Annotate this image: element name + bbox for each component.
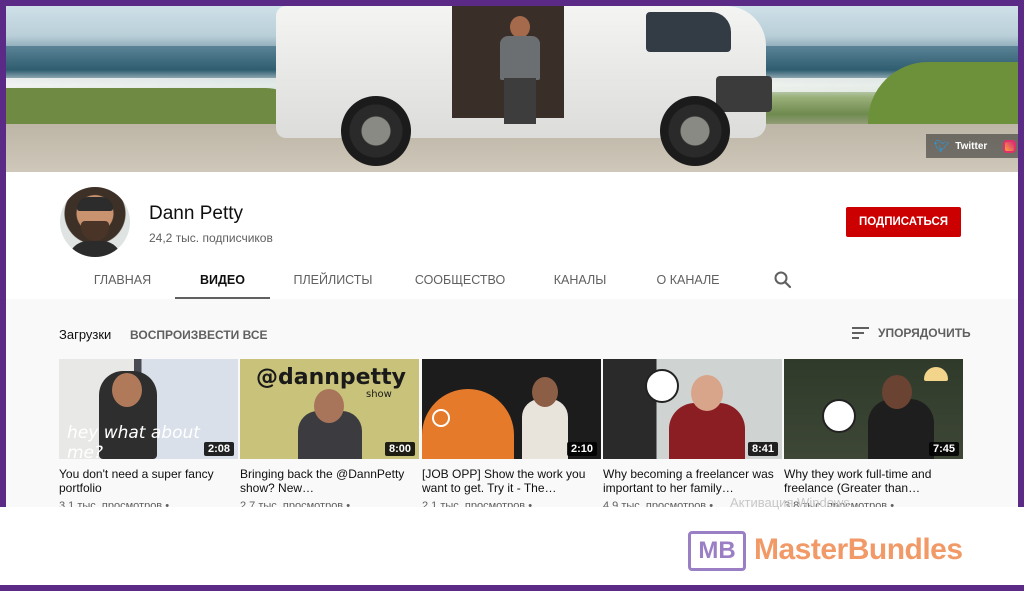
- avatar-beard: [81, 221, 109, 241]
- twitter-link[interactable]: Twitter: [955, 141, 987, 152]
- video-card[interactable]: @dannpetty show 8:00 Bringing back the @…: [240, 359, 419, 510]
- channel-banner: 🐦︎ Twitter: [6, 6, 1018, 172]
- video-duration: 2:10: [566, 442, 597, 456]
- tab-playlists[interactable]: ПЛЕЙЛИСТЫ: [270, 260, 396, 299]
- video-thumbnail[interactable]: 2:10: [422, 359, 601, 459]
- tab-videos[interactable]: ВИДЕО: [175, 260, 270, 299]
- thumb-lamp: [924, 367, 948, 381]
- video-duration: 8:00: [384, 442, 415, 456]
- thumb-face: [882, 375, 912, 409]
- video-title[interactable]: Why becoming a freelancer was important …: [603, 467, 782, 495]
- tab-channels[interactable]: КАНАЛЫ: [524, 260, 636, 299]
- van-wheel-rear: [341, 96, 411, 166]
- channel-name: Dann Petty: [149, 203, 243, 224]
- thumb-face: [314, 389, 344, 423]
- video-thumbnail[interactable]: @dannpetty show 8:00: [240, 359, 419, 459]
- video-duration: 8:41: [747, 442, 778, 456]
- avatar-shirt: [68, 241, 122, 257]
- thumb-person: [522, 399, 568, 459]
- subscribe-button[interactable]: ПОДПИСАТЬСЯ: [846, 207, 961, 237]
- sort-label: УПОРЯДОЧИТЬ: [878, 326, 971, 340]
- tab-home[interactable]: ГЛАВНАЯ: [70, 260, 175, 299]
- thumb-face: [112, 373, 142, 407]
- person-head: [510, 16, 530, 38]
- twitter-icon[interactable]: 🐦︎: [934, 139, 949, 153]
- subscriber-count: 24,2 тыс. подписчиков: [149, 231, 273, 245]
- banner-grass-left: [6, 88, 306, 128]
- tab-community[interactable]: СООБЩЕСТВО: [396, 260, 524, 299]
- instagram-icon[interactable]: [1003, 139, 1017, 153]
- video-title[interactable]: Bringing back the @DannPetty show? New…: [240, 467, 419, 495]
- video-thumbnail[interactable]: hey what about me? 2:08: [59, 359, 238, 459]
- video-thumbnail[interactable]: 8:41: [603, 359, 782, 459]
- van-wheel-front: [660, 96, 730, 166]
- thumb-circle-mark: [432, 409, 450, 427]
- masterbundles-watermark: MB MasterBundles: [0, 507, 1024, 585]
- thumb-face: [691, 375, 723, 411]
- van-bumper: [716, 76, 772, 112]
- person-body: [500, 36, 540, 80]
- channel-header: Dann Petty 24,2 тыс. подписчиков ПОДПИСА…: [6, 172, 1018, 299]
- banner-social-links: 🐦︎ Twitter: [926, 134, 1018, 158]
- thumb-overlay-text: @dannpetty: [256, 365, 406, 390]
- play-all-button[interactable]: ВОСПРОИЗВЕСТИ ВСЕ: [130, 328, 268, 342]
- video-duration: 2:08: [203, 442, 234, 456]
- youtube-channel-page: 🐦︎ Twitter Dann Petty 24,2 тыс. подписчи…: [6, 6, 1018, 585]
- tab-about[interactable]: О КАНАЛЕ: [636, 260, 740, 299]
- masterbundles-logo: MB: [688, 531, 746, 571]
- video-card[interactable]: 8:41 Why becoming a freelancer was impor…: [603, 359, 782, 510]
- section-title: Загрузки: [59, 327, 112, 342]
- person-legs: [504, 78, 536, 124]
- avatar-cap: [77, 197, 113, 211]
- video-thumbnail[interactable]: 7:45: [784, 359, 963, 459]
- thumb-face: [532, 377, 558, 407]
- sort-button[interactable]: УПОРЯДОЧИТЬ: [852, 326, 971, 340]
- video-card[interactable]: 7:45 Why they work full-time and freelan…: [784, 359, 963, 510]
- masterbundles-brand: MasterBundles: [754, 533, 963, 566]
- smiley-icon: [645, 369, 679, 403]
- video-title[interactable]: [JOB OPP] Show the work you want to get.…: [422, 467, 601, 495]
- sort-icon: [852, 327, 869, 339]
- avatar[interactable]: [60, 187, 130, 257]
- video-duration: 7:45: [928, 442, 959, 456]
- thumb-overlay-subtext: show: [366, 389, 392, 400]
- banner-person: [496, 16, 544, 128]
- video-title[interactable]: You don't need a super fancy portfolio: [59, 467, 238, 495]
- thumb-person: [669, 403, 745, 459]
- search-icon[interactable]: [771, 268, 795, 292]
- channel-tabs: ГЛАВНАЯ ВИДЕО ПЛЕЙЛИСТЫ СООБЩЕСТВО КАНАЛ…: [70, 260, 740, 299]
- video-card[interactable]: hey what about me? 2:08 You don't need a…: [59, 359, 238, 510]
- video-card[interactable]: 2:10 [JOB OPP] Show the work you want to…: [422, 359, 601, 510]
- van-window: [646, 12, 731, 52]
- smiley-icon: [822, 399, 856, 433]
- windows-activation-hint: Активация Windows: [730, 495, 850, 510]
- video-title[interactable]: Why they work full-time and freelance (G…: [784, 467, 963, 495]
